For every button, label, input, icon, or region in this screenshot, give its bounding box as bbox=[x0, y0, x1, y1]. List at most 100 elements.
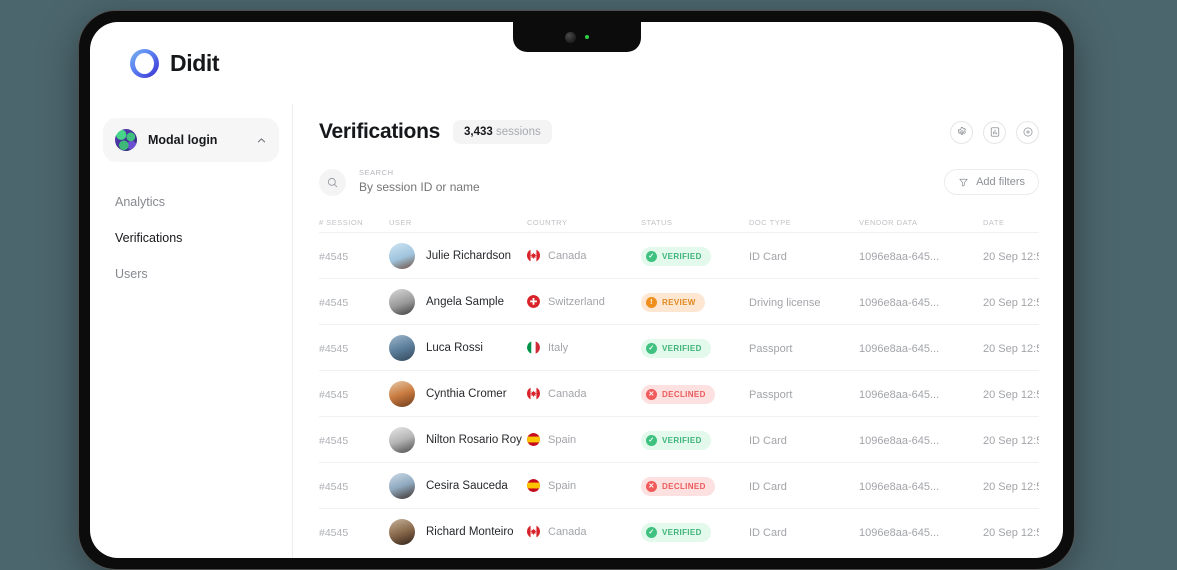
account-switcher[interactable]: Modal login bbox=[103, 118, 279, 162]
verifications-table: # SESSION USER COUNTRY STATUS DOC TYPE V… bbox=[319, 212, 1039, 554]
column-header-vendor-data: VENDOR DATA bbox=[859, 217, 918, 227]
column-header-doc-type: DOC TYPE bbox=[749, 217, 792, 227]
avatar bbox=[389, 288, 415, 315]
cell-vendor-data: 1096e8aa-645... bbox=[859, 480, 940, 493]
flag-icon-ca bbox=[527, 387, 540, 400]
status-label: VERIFIED bbox=[662, 435, 702, 445]
table-row[interactable]: #4545 Julie Richardson Canada ✓ VERIFIED ID C… bbox=[319, 232, 1039, 278]
cell-date: 20 Sep 12:54 bbox=[983, 342, 1039, 355]
sidebar-item-users[interactable]: Users bbox=[103, 256, 279, 292]
search-icon bbox=[327, 177, 338, 187]
column-header-session: # SESSION bbox=[319, 217, 364, 227]
cell-doc-type: Passport bbox=[749, 342, 793, 355]
cell-user: Luca Rossi bbox=[389, 334, 527, 361]
page-header-row: Verifications 3,433 sessions bbox=[319, 120, 1039, 144]
search-label: SEARCH bbox=[359, 168, 394, 177]
country-name: Switzerland bbox=[548, 295, 605, 308]
status-badge: ✕ DECLINED bbox=[641, 384, 715, 404]
status-badge: ! REVIEW bbox=[641, 293, 705, 312]
cell-country: Canada bbox=[527, 387, 641, 400]
country-name: Canada bbox=[548, 387, 587, 400]
cell-date: 20 Sep 12:54 bbox=[983, 296, 1039, 309]
sidebar-item-analytics[interactable]: Analytics bbox=[103, 184, 279, 220]
status-icon: ✓ bbox=[646, 342, 657, 354]
cell-user: Julie Richardson bbox=[389, 242, 527, 269]
flag-icon-ch bbox=[527, 295, 540, 308]
sidebar-item-verifications[interactable]: Verifications bbox=[103, 220, 279, 256]
avatar bbox=[389, 380, 415, 407]
cell-doc-type: ID Card bbox=[749, 480, 787, 493]
status-badge: ✓ VERIFIED bbox=[641, 338, 711, 358]
cell-country: Canada bbox=[527, 525, 641, 538]
cell-country: Switzerland bbox=[527, 295, 641, 308]
settings-button[interactable] bbox=[950, 120, 973, 144]
country-name: Spain bbox=[548, 433, 577, 446]
status-icon: ✕ bbox=[646, 388, 657, 400]
sidebar: Modal login Analytics Verifications User… bbox=[90, 104, 293, 558]
cell-doc-type: ID Card bbox=[749, 250, 787, 263]
avatar bbox=[389, 426, 415, 453]
avatar bbox=[389, 472, 415, 499]
cell-country: Italy bbox=[527, 341, 641, 354]
status-label: VERIFIED bbox=[662, 343, 702, 353]
cell-user: Cynthia Cromer bbox=[389, 380, 527, 407]
cell-vendor-data: 1096e8aa-645... bbox=[859, 388, 940, 401]
session-count-value: 3,433 bbox=[463, 126, 493, 138]
user-name: Cesira Sauceda bbox=[426, 479, 508, 492]
plus-icon bbox=[1023, 127, 1032, 137]
status-label: VERIFIED bbox=[662, 527, 702, 537]
flag-icon-es bbox=[527, 433, 540, 446]
status-badge: ✓ VERIFIED bbox=[641, 246, 711, 266]
cell-session: #4545 bbox=[319, 434, 349, 447]
status-badge: ✕ DECLINED bbox=[641, 476, 715, 496]
cell-session: #4545 bbox=[319, 250, 349, 263]
status-label: DECLINED bbox=[662, 481, 706, 491]
status-icon: ✕ bbox=[646, 480, 657, 492]
cell-vendor-data: 1096e8aa-645... bbox=[859, 296, 940, 309]
table-row[interactable]: #4545 Angela Sample Switzerland! REVIEW Driv… bbox=[319, 278, 1039, 324]
header-actions bbox=[950, 120, 1039, 144]
account-name: Modal login bbox=[148, 133, 218, 147]
table-row[interactable]: #4545 Cynthia Cromer Canada ✕ DECLINED Passpo… bbox=[319, 370, 1039, 416]
session-count-unit: sessions bbox=[495, 126, 541, 138]
search-input[interactable] bbox=[359, 180, 619, 194]
table-row[interactable]: #4545 Cesira Sauceda Spain ✕ DECLINED ID Card… bbox=[319, 462, 1039, 508]
cell-session: #4545 bbox=[319, 342, 349, 355]
funnel-icon bbox=[959, 178, 968, 187]
add-filters-label: Add filters bbox=[976, 176, 1025, 188]
column-header-status: STATUS bbox=[641, 217, 673, 227]
user-name: Richard Monteiro bbox=[426, 525, 514, 538]
session-count-badge: 3,433 sessions bbox=[452, 120, 552, 144]
table-row[interactable]: #4545 Luca Rossi Italy ✓ VERIFIED Passport 109… bbox=[319, 324, 1039, 370]
cell-doc-type: ID Card bbox=[749, 434, 787, 447]
flag-icon-ca bbox=[527, 525, 540, 538]
add-filters-button[interactable]: Add filters bbox=[944, 169, 1039, 195]
table-row[interactable]: #4545 Nilton Rosario Roy Spain ✓ VERIFIED ID … bbox=[319, 416, 1039, 462]
reports-button[interactable] bbox=[983, 120, 1006, 144]
cell-date: 20 Sep 12:54 bbox=[983, 250, 1039, 263]
brand-logo[interactable]: Didit bbox=[130, 48, 220, 78]
cell-date: 20 Sep 12:54 bbox=[983, 388, 1039, 401]
table-row[interactable]: #4545 Richard Monteiro Canada ✓ VERIFIED ID C… bbox=[319, 508, 1039, 554]
brand-name: Didit bbox=[170, 49, 220, 76]
cell-country: Spain bbox=[527, 433, 641, 446]
add-button[interactable] bbox=[1016, 120, 1039, 144]
country-name: Canada bbox=[548, 525, 587, 538]
didit-ring-icon bbox=[130, 48, 159, 78]
cell-session: #4545 bbox=[319, 296, 349, 309]
cell-doc-type: Passport bbox=[749, 388, 793, 401]
status-icon: ✓ bbox=[646, 434, 657, 446]
bar-chart-icon bbox=[990, 127, 999, 137]
status-label: DECLINED bbox=[662, 389, 706, 399]
user-name: Cynthia Cromer bbox=[426, 387, 507, 400]
table-header-row: # SESSION USER COUNTRY STATUS DOC TYPE V… bbox=[319, 212, 1039, 232]
column-header-date: DATE bbox=[983, 217, 1005, 227]
search-button[interactable] bbox=[319, 168, 346, 196]
front-camera-icon bbox=[564, 31, 576, 43]
camera-indicator-led bbox=[584, 35, 589, 39]
column-header-country: COUNTRY bbox=[527, 217, 568, 227]
avatar bbox=[389, 518, 415, 545]
flag-icon-es bbox=[527, 479, 540, 492]
cell-doc-type: Driving license bbox=[749, 296, 821, 309]
chevron-up-icon bbox=[257, 137, 266, 142]
